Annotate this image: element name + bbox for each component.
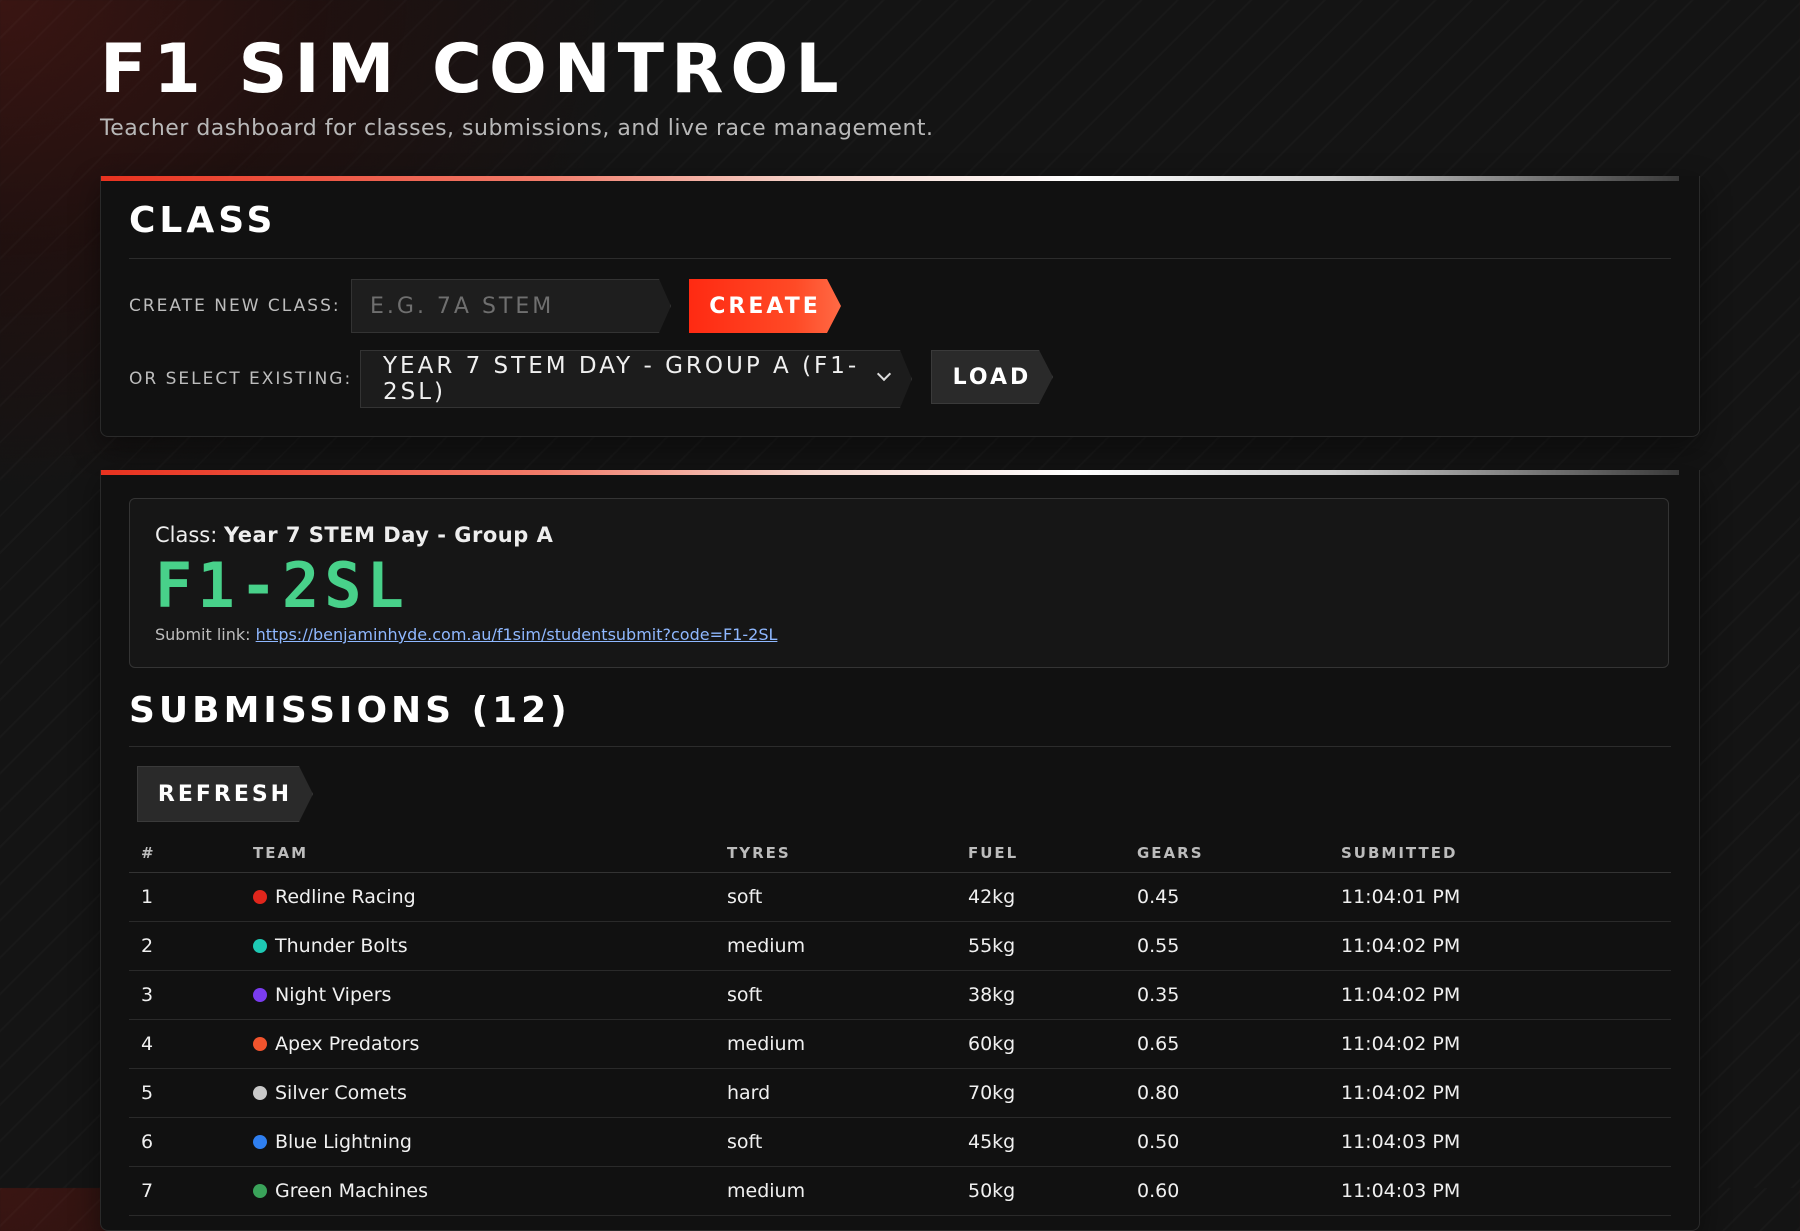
table-header-row: # TEAM TYRES FUEL GEARS SUBMITTED xyxy=(129,836,1671,873)
table-row: 6 Blue Lightning soft 45kg 0.50 11:04:03 PM xyxy=(129,1117,1671,1167)
row-tyres: medium xyxy=(715,921,956,971)
row-number: 2 xyxy=(129,921,241,971)
table-row: 4 Apex Predators medium 60kg 0.65 11:04:02 PM xyxy=(129,1019,1671,1069)
team-color-dot-icon xyxy=(253,939,267,953)
submit-link-line: Submit link: https://benjaminhyde.com.au… xyxy=(155,625,777,644)
class-panel: CLASS CREATE NEW CLASS: CREATE OR SELECT… xyxy=(100,176,1700,437)
row-number: 4 xyxy=(129,1019,241,1069)
row-tyres: medium xyxy=(715,1019,956,1069)
row-team: Night Vipers xyxy=(241,970,715,1020)
row-gears: 0.80 xyxy=(1125,1068,1329,1118)
row-gears: 0.55 xyxy=(1125,921,1329,971)
team-name: Night Vipers xyxy=(275,984,392,1006)
page-subtitle: Teacher dashboard for classes, submissio… xyxy=(100,116,934,141)
table-row: 3 Night Vipers soft 38kg 0.35 11:04:02 PM xyxy=(129,970,1671,1020)
row-number: 1 xyxy=(129,872,241,922)
row-gears: 0.60 xyxy=(1125,1166,1329,1216)
table-row: 7 Green Machines medium 50kg 0.60 11:04:03 PM xyxy=(129,1166,1671,1216)
load-button[interactable]: LOAD xyxy=(931,350,1053,404)
row-team: Thunder Bolts xyxy=(241,921,715,971)
table-row: 1 Redline Racing soft 42kg 0.45 11:04:01 PM xyxy=(129,872,1671,922)
team-color-dot-icon xyxy=(253,1184,267,1198)
team-name: Blue Lightning xyxy=(275,1131,412,1153)
submissions-panel: Class: Year 7 STEM Day - Group A F1-2SL … xyxy=(100,470,1700,1231)
col-submitted: SUBMITTED xyxy=(1329,836,1671,873)
submissions-table: # TEAM TYRES FUEL GEARS SUBMITTED 1 Redli… xyxy=(129,836,1671,1216)
row-fuel: 38kg xyxy=(956,970,1125,1020)
row-tyres: soft xyxy=(715,872,956,922)
class-select[interactable]: YEAR 7 STEM DAY - GROUP A (F1-2SL) xyxy=(360,350,912,408)
row-submitted: 11:04:03 PM xyxy=(1329,1166,1671,1216)
create-class-label: CREATE NEW CLASS: xyxy=(129,296,341,316)
row-submitted: 11:04:02 PM xyxy=(1329,921,1671,971)
col-tyres: TYRES xyxy=(715,836,956,873)
class-select-value: YEAR 7 STEM DAY - GROUP A (F1-2SL) xyxy=(383,353,860,405)
row-gears: 0.45 xyxy=(1125,872,1329,922)
class-name-line: Class: Year 7 STEM Day - Group A xyxy=(155,523,553,547)
refresh-button[interactable]: REFRESH xyxy=(137,766,313,822)
team-color-dot-icon xyxy=(253,988,267,1002)
class-info-box: Class: Year 7 STEM Day - Group A F1-2SL … xyxy=(129,498,1669,668)
team-color-dot-icon xyxy=(253,1037,267,1051)
row-tyres: soft xyxy=(715,970,956,1020)
create-class-field xyxy=(351,279,671,333)
class-heading: CLASS xyxy=(129,200,277,241)
row-fuel: 42kg xyxy=(956,872,1125,922)
class-divider xyxy=(129,258,1671,259)
create-button[interactable]: CREATE xyxy=(689,279,841,333)
table-row: 5 Silver Comets hard 70kg 0.80 11:04:02 PM xyxy=(129,1068,1671,1118)
team-name: Thunder Bolts xyxy=(275,935,408,957)
row-gears: 0.50 xyxy=(1125,1117,1329,1167)
row-fuel: 50kg xyxy=(956,1166,1125,1216)
row-number: 3 xyxy=(129,970,241,1020)
select-existing-label: OR SELECT EXISTING: xyxy=(129,369,353,389)
row-number: 6 xyxy=(129,1117,241,1167)
team-name: Green Machines xyxy=(275,1180,429,1202)
row-submitted: 11:04:02 PM xyxy=(1329,970,1671,1020)
team-name: Silver Comets xyxy=(275,1082,407,1104)
row-team: Blue Lightning xyxy=(241,1117,715,1167)
create-class-input[interactable] xyxy=(352,280,670,332)
col-team: TEAM xyxy=(241,836,715,873)
team-name: Redline Racing xyxy=(275,886,416,908)
row-submitted: 11:04:02 PM xyxy=(1329,1019,1671,1069)
row-fuel: 45kg xyxy=(956,1117,1125,1167)
row-fuel: 60kg xyxy=(956,1019,1125,1069)
page-title: F1 SIM CONTROL xyxy=(100,30,846,109)
class-code: F1-2SL xyxy=(155,549,409,622)
row-tyres: hard xyxy=(715,1068,956,1118)
row-number: 7 xyxy=(129,1166,241,1216)
team-color-dot-icon xyxy=(253,1086,267,1100)
submit-link-prefix: Submit link: xyxy=(155,625,251,644)
col-fuel: FUEL xyxy=(956,836,1125,873)
row-fuel: 70kg xyxy=(956,1068,1125,1118)
row-fuel: 55kg xyxy=(956,921,1125,971)
row-team: Green Machines xyxy=(241,1166,715,1216)
col-number: # xyxy=(129,836,241,873)
class-prefix: Class: xyxy=(155,523,218,547)
row-gears: 0.35 xyxy=(1125,970,1329,1020)
row-submitted: 11:04:01 PM xyxy=(1329,872,1671,922)
team-name: Apex Predators xyxy=(275,1033,420,1055)
submissions-body: 1 Redline Racing soft 42kg 0.45 11:04:01 PM 2 T… xyxy=(129,872,1671,1216)
team-color-dot-icon xyxy=(253,1135,267,1149)
row-number: 5 xyxy=(129,1068,241,1118)
submissions-divider xyxy=(129,746,1671,747)
row-team: Silver Comets xyxy=(241,1068,715,1118)
row-submitted: 11:04:02 PM xyxy=(1329,1068,1671,1118)
row-tyres: medium xyxy=(715,1166,956,1216)
row-submitted: 11:04:03 PM xyxy=(1329,1117,1671,1167)
submit-link[interactable]: https://benjaminhyde.com.au/f1sim/studen… xyxy=(256,625,778,644)
row-gears: 0.65 xyxy=(1125,1019,1329,1069)
row-team: Apex Predators xyxy=(241,1019,715,1069)
table-row: 2 Thunder Bolts medium 55kg 0.55 11:04:02 PM xyxy=(129,921,1671,971)
row-tyres: soft xyxy=(715,1117,956,1167)
col-gears: GEARS xyxy=(1125,836,1329,873)
team-color-dot-icon xyxy=(253,890,267,904)
row-team: Redline Racing xyxy=(241,872,715,922)
class-name: Year 7 STEM Day - Group A xyxy=(224,523,554,547)
submissions-heading: SUBMISSIONS (12) xyxy=(129,690,571,731)
